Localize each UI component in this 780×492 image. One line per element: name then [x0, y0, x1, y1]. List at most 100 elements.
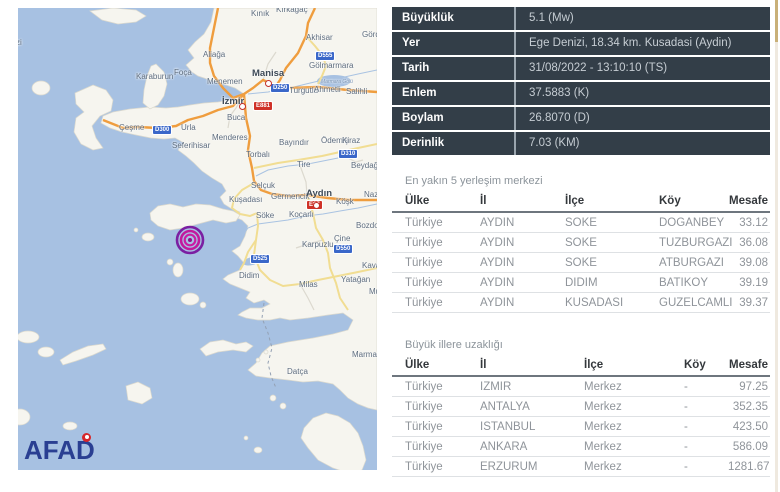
- table-header-row: ÜlkeİlİlçeKöyMesafe: [392, 357, 770, 376]
- road-badge-icon: D550: [334, 245, 352, 253]
- detail-label: Yer: [392, 32, 516, 55]
- table-cell: Türkiye: [392, 253, 480, 273]
- table-cell: Türkiye: [392, 437, 480, 457]
- turkish-flag-icon: [82, 433, 91, 442]
- detail-row: Derinlik7.03 (KM): [392, 132, 770, 155]
- scrollbar-thumb[interactable]: [775, 0, 778, 42]
- table-cell: SOKE: [565, 233, 659, 253]
- table-cell: SOKE: [565, 212, 659, 233]
- table-cell: -: [684, 397, 728, 417]
- earthquake-map[interactable]: ziKınıkKırkağaçAkhisarGördesAliağaFoçaKa…: [18, 8, 377, 470]
- detail-value: 26.8070 (D): [516, 107, 770, 130]
- detail-label: Enlem: [392, 82, 516, 105]
- table-row: TürkiyeAYDINSOKETUZBURGAZI36.08: [392, 233, 770, 253]
- detail-row: YerEge Denizi, 18.34 km. Kusadasi (Aydin…: [392, 32, 770, 55]
- table-cell: ISTANBUL: [480, 417, 584, 437]
- table-cell: Türkiye: [392, 376, 480, 397]
- table-cell: AYDIN: [480, 212, 565, 233]
- road-badge-icon: D555: [316, 52, 334, 60]
- table-cell: 352.35: [728, 397, 770, 417]
- table-header-row: ÜlkeİlİlçeKöyMesafe: [392, 193, 770, 212]
- scrollbar-track[interactable]: [775, 0, 778, 492]
- table-row: TürkiyeERZURUMMerkez-1281.67: [392, 457, 770, 477]
- road-badge-icon: D310: [339, 150, 357, 158]
- table-cell: IZMIR: [480, 376, 584, 397]
- nearest-settlements-table: ÜlkeİlİlçeKöyMesafe TürkiyeAYDINSOKEDOGA…: [392, 193, 770, 313]
- detail-value: 37.5883 (K): [516, 82, 770, 105]
- table-cell: Türkiye: [392, 273, 480, 293]
- column-header: İl: [480, 357, 584, 376]
- table-row: TürkiyeAYDINSOKEDOGANBEY33.12: [392, 212, 770, 233]
- table-cell: -: [684, 457, 728, 477]
- table-row: TürkiyeISTANBULMerkez-423.50: [392, 417, 770, 437]
- table-cell: KUSADASI: [565, 293, 659, 313]
- detail-value: 5.1 (Mw): [516, 7, 770, 30]
- column-header: Mesafe: [728, 357, 770, 376]
- table-cell: ATBURGAZI: [659, 253, 722, 273]
- table-row: TürkiyeAYDINKUSADASIGUZELCAMLI39.37: [392, 293, 770, 313]
- table-cell: AYDIN: [480, 273, 565, 293]
- road-badge-icon: E881: [254, 102, 272, 110]
- column-header: Köy: [684, 357, 728, 376]
- column-header: Mesafe: [722, 193, 770, 212]
- city-marker-icon: [313, 202, 320, 209]
- table-cell: ERZURUM: [480, 457, 584, 477]
- table-cell: AYDIN: [480, 293, 565, 313]
- epicenter-icon[interactable]: [175, 225, 205, 255]
- karaburun-peninsula: [143, 64, 167, 109]
- detail-value: Ege Denizi, 18.34 km. Kusadasi (Aydin): [516, 32, 770, 55]
- detail-row: Boylam26.8070 (D): [392, 107, 770, 130]
- table-row: TürkiyeIZMIRMerkez-97.25: [392, 376, 770, 397]
- table-cell: 39.08: [722, 253, 770, 273]
- table-cell: Merkez: [584, 417, 684, 437]
- table-cell: 423.50: [728, 417, 770, 437]
- table-cell: 1281.67: [728, 457, 770, 477]
- table-row: TürkiyeAYDINSOKEATBURGAZI39.08: [392, 253, 770, 273]
- table-cell: -: [684, 417, 728, 437]
- table-cell: AYDIN: [480, 253, 565, 273]
- table-cell: Merkez: [584, 397, 684, 417]
- detail-label: Büyüklük: [392, 7, 516, 30]
- table-cell: Türkiye: [392, 417, 480, 437]
- nearest-section-title: En yakın 5 yerleşim merkezi: [405, 175, 543, 187]
- detail-row: Büyüklük5.1 (Mw): [392, 7, 770, 30]
- column-header: İlçe: [584, 357, 684, 376]
- table-cell: DIDIM: [565, 273, 659, 293]
- road-badge-icon: D300: [153, 126, 171, 134]
- column-header: İlçe: [565, 193, 659, 212]
- table-cell: GUZELCAMLI: [659, 293, 722, 313]
- table-cell: Merkez: [584, 457, 684, 477]
- table-cell: Türkiye: [392, 397, 480, 417]
- table-cell: 33.12: [722, 212, 770, 233]
- column-header: İl: [480, 193, 565, 212]
- table-cell: 39.19: [722, 273, 770, 293]
- road-badge-icon: D525: [251, 255, 269, 263]
- detail-label: Tarih: [392, 57, 516, 80]
- table-cell: ANTALYA: [480, 397, 584, 417]
- road-badge-icon: D250: [271, 84, 289, 92]
- table-cell: Türkiye: [392, 233, 480, 253]
- table-row: TürkiyeANTALYAMerkez-352.35: [392, 397, 770, 417]
- city-marker-icon: [265, 80, 272, 87]
- table-cell: 97.25: [728, 376, 770, 397]
- table-cell: Türkiye: [392, 293, 480, 313]
- earthquake-detail-table: Büyüklük5.1 (Mw)YerEge Denizi, 18.34 km.…: [392, 7, 770, 157]
- table-cell: SOKE: [565, 253, 659, 273]
- city-marker-icon: [239, 103, 246, 110]
- table-cell: Türkiye: [392, 212, 480, 233]
- major-cities-table: ÜlkeİlİlçeKöyMesafe TürkiyeIZMIRMerkez-9…: [392, 357, 770, 477]
- detail-value: 31/08/2022 - 13:10:10 (TS): [516, 57, 770, 80]
- table-cell: Merkez: [584, 376, 684, 397]
- table-cell: TUZBURGAZI: [659, 233, 722, 253]
- detail-label: Boylam: [392, 107, 516, 130]
- table-cell: BATIKOY: [659, 273, 722, 293]
- table-cell: DOGANBEY: [659, 212, 722, 233]
- column-header: Ülke: [392, 193, 480, 212]
- cities-section-title: Büyük illere uzaklığı: [405, 339, 503, 351]
- table-cell: -: [684, 437, 728, 457]
- column-header: Ülke: [392, 357, 480, 376]
- table-cell: AYDIN: [480, 233, 565, 253]
- table-row: TürkiyeAYDINDIDIMBATIKOY39.19: [392, 273, 770, 293]
- detail-value: 7.03 (KM): [516, 132, 770, 155]
- table-cell: ANKARA: [480, 437, 584, 457]
